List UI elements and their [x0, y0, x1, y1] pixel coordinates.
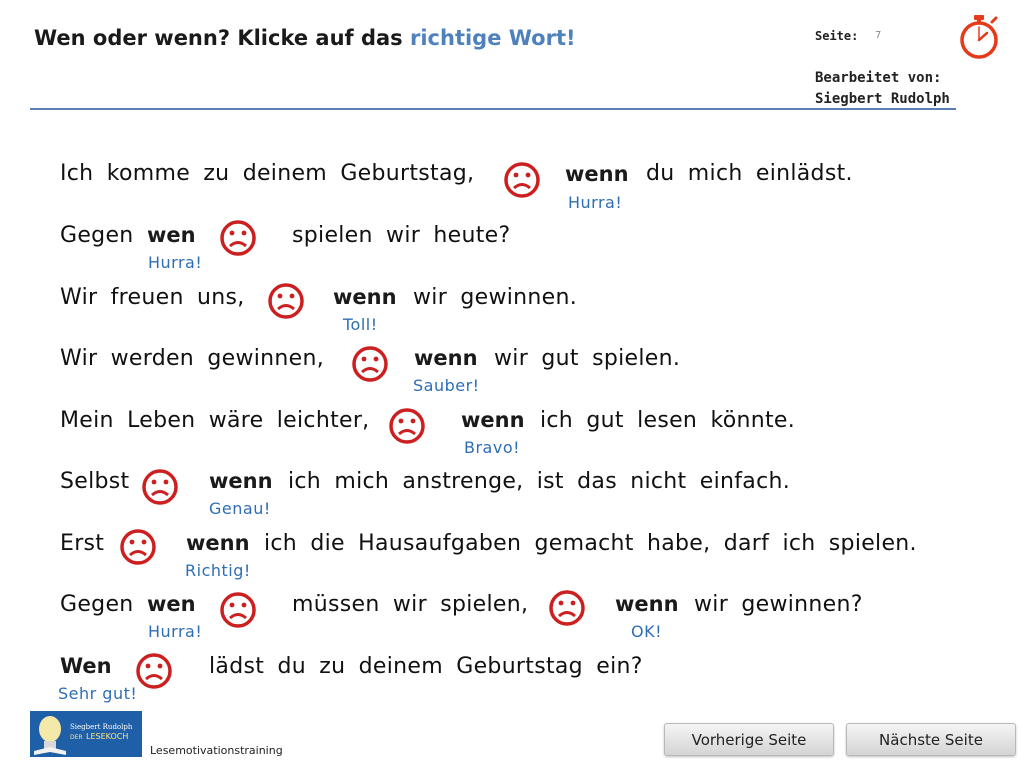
sad-face-icon[interactable] [118, 527, 158, 567]
title-accent: richtige Wort! [409, 26, 576, 50]
sentence-6-end: ich mich anstrenge, ist das nicht einfac… [288, 469, 791, 494]
sentence-2-start: Gegen [60, 223, 134, 248]
feedback-text: Sehr gut! [58, 684, 138, 703]
answer-word[interactable]: wenn [461, 408, 525, 432]
editor-info: Bearbeitet von: Siegbert Rudolph [815, 68, 950, 110]
feedback-text: OK! [631, 622, 662, 641]
sad-face-icon[interactable] [502, 160, 542, 200]
sad-face-icon[interactable] [547, 588, 587, 628]
sad-face-icon[interactable] [140, 467, 180, 507]
logo-artwork: Siegbert Rudolph DER LESEKOCH [30, 711, 142, 757]
sentence-2-end: spielen wir heute? [292, 223, 511, 248]
answer-word[interactable]: wenn [615, 592, 679, 616]
page-title: Wen oder wenn? Klicke auf das richtige W… [34, 26, 576, 50]
logo-brand-prefix: DER [70, 734, 83, 741]
sentence-8-start: Gegen [60, 592, 134, 617]
sentence-8-middle: müssen wir spielen, [292, 592, 529, 617]
answer-word[interactable]: wenn [565, 162, 629, 186]
answer-word[interactable]: wenn [333, 285, 397, 309]
sentence-3-end: wir gewinnen. [413, 285, 578, 310]
page-label: Seite: [815, 29, 859, 43]
feedback-text: Hurra! [148, 622, 203, 641]
editor-name: Siegbert Rudolph [815, 91, 950, 107]
answer-word[interactable]: Wen [60, 654, 112, 678]
sad-face-icon[interactable] [266, 281, 306, 321]
answer-word[interactable]: wenn [186, 531, 250, 555]
answer-word[interactable]: wen [147, 592, 196, 616]
feedback-text: Genau! [209, 499, 271, 518]
stopwatch-icon[interactable] [956, 14, 1002, 60]
previous-page-button[interactable]: Vorherige Seite [664, 723, 834, 756]
footer-label: Lesemotivationstraining [150, 744, 283, 757]
answer-word[interactable]: wenn [209, 469, 273, 493]
logo-brand-text: LESEKOCH [86, 732, 128, 741]
feedback-text: Hurra! [568, 193, 623, 212]
sentence-9-end: lädst du zu deinem Geburtstag ein? [209, 654, 643, 679]
sad-face-icon[interactable] [218, 590, 258, 630]
sad-face-icon[interactable] [134, 651, 174, 691]
editor-label: Bearbeitet von: [815, 70, 942, 86]
sentence-4-end: wir gut spielen. [494, 346, 681, 371]
sentence-1-start: Ich komme zu deinem Geburtstag, [60, 161, 475, 186]
next-page-button[interactable]: Nächste Seite [846, 723, 1016, 756]
feedback-text: Sauber! [413, 376, 480, 395]
sad-face-icon[interactable] [218, 218, 258, 258]
sad-face-icon[interactable] [387, 406, 427, 446]
feedback-text: Richtig! [185, 561, 251, 580]
sentence-6-start: Selbst [60, 469, 130, 494]
sentence-5-end: ich gut lesen könnte. [540, 408, 796, 433]
feedback-text: Toll! [343, 315, 378, 334]
logo-author-text: Siegbert Rudolph [70, 723, 133, 731]
sentence-7-end: ich die Hausaufgaben gemacht habe, darf … [264, 531, 917, 556]
answer-word[interactable]: wenn [414, 346, 478, 370]
feedback-text: Bravo! [464, 438, 521, 457]
sentence-3-start: Wir freuen uns, [60, 285, 245, 310]
title-main: Wen oder wenn? Klicke auf das [34, 26, 403, 50]
sentence-7-start: Erst [60, 531, 105, 556]
sentence-8-end: wir gewinnen? [694, 592, 863, 617]
sentence-4-start: Wir werden gewinnen, [60, 346, 325, 371]
lightbulb-book-logo: Siegbert Rudolph DER LESEKOCH [30, 711, 142, 757]
answer-word[interactable]: wen [147, 223, 196, 247]
sentence-5-start: Mein Leben wäre leichter, [60, 408, 370, 433]
page-number: 7 [875, 30, 882, 41]
feedback-text: Hurra! [148, 253, 203, 272]
sentence-1-end: du mich einlädst. [646, 161, 853, 186]
sad-face-icon[interactable] [350, 344, 390, 384]
